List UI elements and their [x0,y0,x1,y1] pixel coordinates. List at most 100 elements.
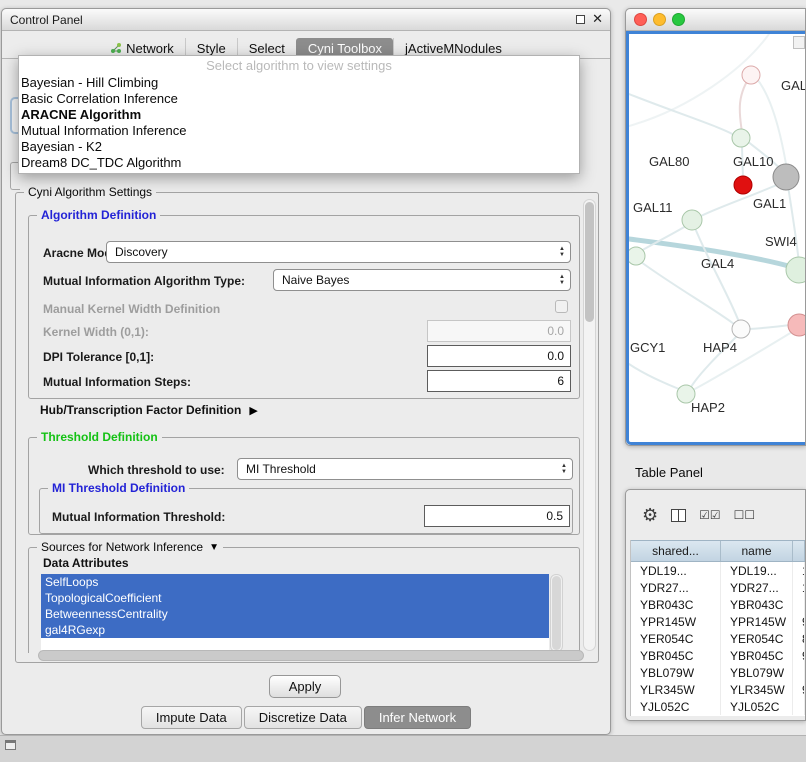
table-body: YDL19... YDL19... 13 YDR27... YDR27... 1… [631,562,805,715]
network-window-titlebar[interactable] [626,9,805,31]
columns-icon[interactable] [671,509,686,522]
manual-kernel-label: Manual Kernel Width Definition [43,302,220,316]
network-node-label: GAL11 [633,200,673,215]
algorithm-option[interactable]: Mutual Information Inference [19,123,579,139]
attribute-list-item[interactable]: SelfLoops [41,574,549,590]
selected-value: MI Threshold [246,462,316,476]
zoom-traffic-light-icon[interactable] [672,13,685,26]
algorithm-option[interactable]: Basic Correlation Inference [19,91,579,107]
algorithm-option[interactable]: Bayesian - K2 [19,139,579,155]
table-row[interactable]: YBR045C YBR045C 9. [631,647,805,664]
hub-tf-label: Hub/Transcription Factor Definition [40,403,241,417]
table-cell: 9. [793,647,805,664]
table-cell: YPR145W [721,613,793,630]
field-value: 6 [557,374,564,388]
network-node-label: GAL4 [701,256,734,271]
table-cell: YBR045C [721,647,793,664]
cyni-algorithm-settings-group: Cyni Algorithm Settings Algorithm Defini… [15,192,599,663]
field-value: 0.0 [547,349,564,363]
settings-vertical-scrollbar[interactable] [583,199,596,651]
network-scrollbar-fragment[interactable] [793,36,805,49]
column-header-extra[interactable] [793,541,805,561]
hub-tf-definition-expander[interactable]: Hub/Transcription Factor Definition ▶ [40,403,258,417]
deselect-all-columns-icon[interactable]: ☐☐ [734,508,756,522]
table-row[interactable]: YBR043C YBR043C [631,596,805,613]
network-icon [110,42,122,54]
table-cell: YER054C [721,630,793,647]
tab-infer-network[interactable]: Infer Network [364,706,471,729]
node-table: shared... name YDL19... YDL19... 13 YDR2… [630,540,805,716]
sources-expander[interactable]: Sources for Network Inference ▼ [37,540,223,554]
table-cell: YLR345W [631,681,721,698]
close-icon[interactable]: ✕ [592,13,603,25]
control-panel-titlebar[interactable]: Control Panel ✕ [2,9,610,31]
table-cell: 13 [793,562,805,579]
float-window-icon[interactable] [576,15,585,24]
network-view-window: GALGAL80GAL10GAL11GAL1SWI4GAL4GCY1HAP4HA… [625,8,806,446]
table-cell: 9. [793,681,805,698]
field-value: 0.0 [547,324,564,338]
table-row[interactable]: YBL079W YBL079W [631,664,805,681]
group-title: Algorithm Definition [37,208,160,222]
table-cell: YDL19... [721,562,793,579]
dropdown-placeholder: Select algorithm to view settings [19,58,579,75]
table-row[interactable]: YDR27... YDR27... 12 [631,579,805,596]
network-canvas[interactable]: GALGAL80GAL10GAL11GAL1SWI4GAL4GCY1HAP4HA… [626,31,805,445]
table-cell: YDR27... [721,579,793,596]
manual-kernel-checkbox[interactable] [555,300,568,313]
algorithm-option[interactable]: Bayesian - Hill Climbing [19,75,579,91]
table-row[interactable]: YJL052C YJL052C [631,698,805,715]
mi-type-select[interactable]: Naive Bayes ▲▼ [273,269,571,291]
network-node-label: GCY1 [630,340,665,355]
gear-icon[interactable]: ⚙ [642,506,658,524]
table-cell: YLR345W [721,681,793,698]
tab-label: Select [249,41,285,56]
mi-threshold-field[interactable]: 0.5 [424,505,570,527]
restore-window-icon[interactable] [5,740,16,750]
algorithm-option[interactable]: Dream8 DC_TDC Algorithm [19,155,579,171]
table-cell: 12 [793,579,805,596]
table-cell: YBR043C [631,596,721,613]
table-row[interactable]: YER054C YER054C 8. [631,630,805,647]
table-row[interactable]: YLR345W YLR345W 9. [631,681,805,698]
attributes-scrollbar[interactable] [550,574,563,652]
attribute-list-item[interactable]: gal4RGexp [41,622,549,638]
data-attributes-label: Data Attributes [43,556,129,570]
tab-label: Network [126,41,174,56]
data-attributes-list[interactable]: SelfLoops TopologicalCoefficient Between… [41,574,549,652]
mi-steps-field[interactable]: 6 [427,370,571,392]
close-traffic-light-icon[interactable] [634,13,647,26]
algorithm-option-selected[interactable]: ARACNE Algorithm [19,107,579,123]
table-cell: 8. [793,630,805,647]
kernel-width-label: Kernel Width (0,1): [43,325,149,339]
attribute-list-item[interactable]: BetweennessCentrality [41,606,549,622]
network-node-label: HAP4 [703,340,737,355]
table-panel-title: Table Panel [635,465,703,480]
tab-impute-data[interactable]: Impute Data [141,706,242,729]
select-all-columns-icon[interactable]: ☑☑ [699,508,721,522]
field-value: 0.5 [546,509,563,523]
which-threshold-label: Which threshold to use: [88,463,225,477]
selected-value: Discovery [115,245,168,259]
table-row[interactable]: YDL19... YDL19... 13 [631,562,805,579]
dpi-tolerance-field[interactable]: 0.0 [427,345,571,367]
which-threshold-select[interactable]: MI Threshold ▲▼ [237,458,573,480]
settings-horizontal-scrollbar[interactable] [38,650,584,661]
mi-steps-label: Mutual Information Steps: [43,375,191,389]
aracne-mode-select[interactable]: Discovery ▲▼ [106,241,571,263]
mi-threshold-label: Mutual Information Threshold: [52,510,225,524]
minimize-traffic-light-icon[interactable] [653,13,666,26]
algorithm-definition-group: Algorithm Definition Aracne Mode: Discov… [28,215,580,399]
apply-button[interactable]: Apply [269,675,341,698]
network-node-labels: GALGAL80GAL10GAL11GAL1SWI4GAL4GCY1HAP4HA… [629,34,805,442]
tab-label: Cyni Toolbox [308,41,382,56]
mi-threshold-group: MI Threshold Definition Mutual Informati… [39,488,573,534]
column-header-shared-name[interactable]: shared... [631,541,721,561]
table-cell: YDR27... [631,579,721,596]
table-cell: YBR045C [631,647,721,664]
attribute-list-item[interactable]: TopologicalCoefficient [41,590,549,606]
table-row[interactable]: YPR145W YPR145W 9. [631,613,805,630]
column-header-name[interactable]: name [721,541,793,561]
window-title: Control Panel [10,13,83,27]
tab-discretize-data[interactable]: Discretize Data [244,706,362,729]
